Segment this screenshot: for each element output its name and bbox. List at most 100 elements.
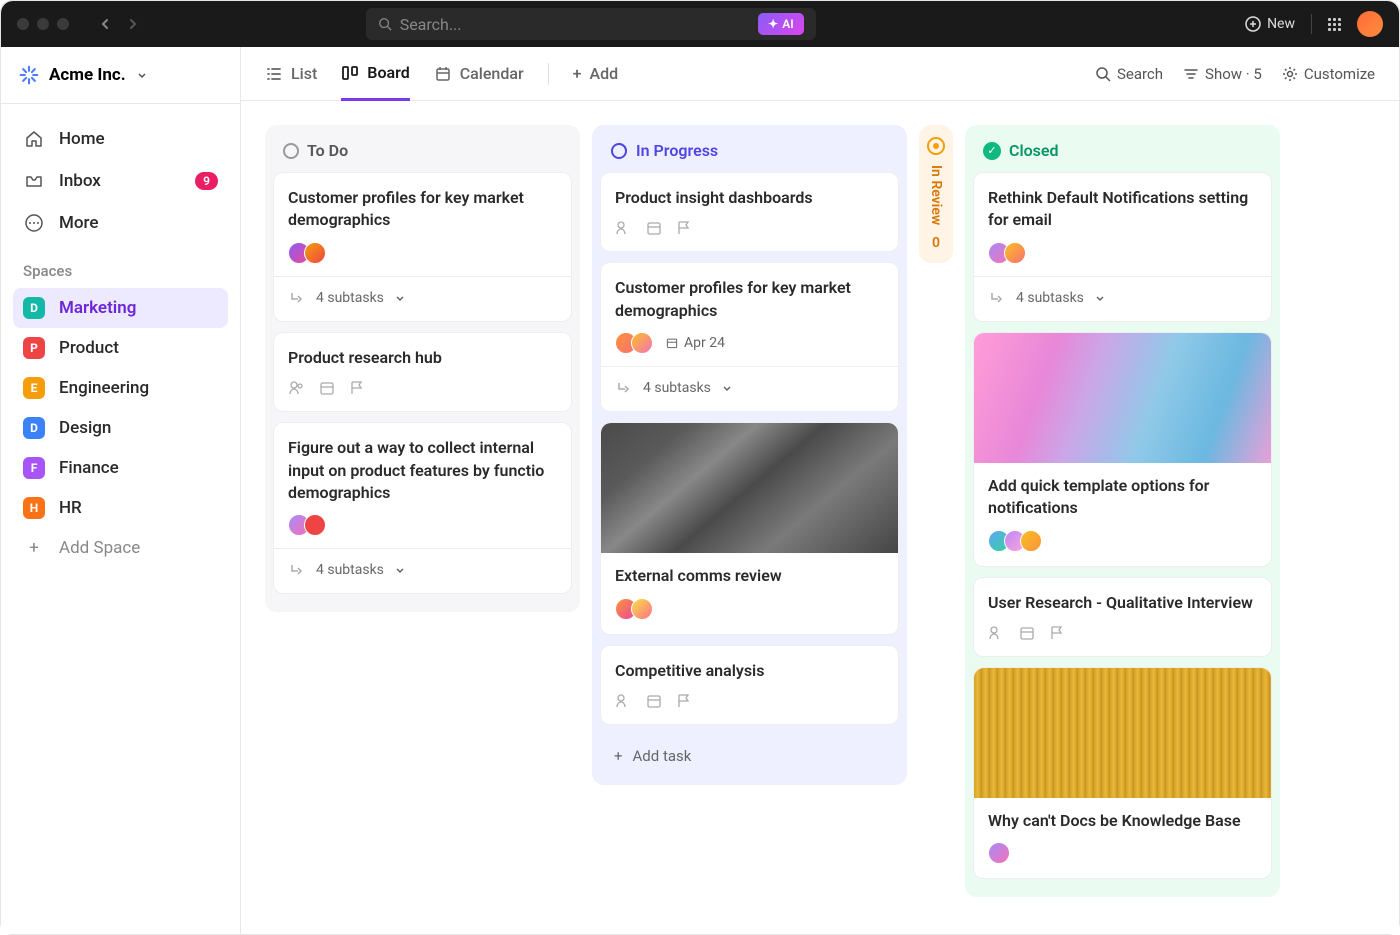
assignees[interactable] xyxy=(288,242,326,264)
card-cover-image xyxy=(601,423,898,553)
nav-more[interactable]: More xyxy=(13,202,228,244)
space-label: HR xyxy=(59,498,82,518)
assignees[interactable] xyxy=(288,514,326,536)
add-view-button[interactable]: + Add xyxy=(573,47,619,101)
space-item-finance[interactable]: F Finance xyxy=(13,448,228,488)
maximize-window-icon[interactable] xyxy=(57,18,69,30)
nav-inbox[interactable]: Inbox 9 xyxy=(13,160,228,202)
ai-button[interactable]: ✦ AI xyxy=(758,13,804,35)
column-closed: ✓ Closed Rethink Default Notifications s… xyxy=(965,125,1280,897)
avatar xyxy=(1004,242,1026,264)
label: Show · 5 xyxy=(1205,65,1262,83)
flag-icon[interactable] xyxy=(1048,624,1066,642)
divider xyxy=(548,63,549,85)
nav-back-button[interactable] xyxy=(93,12,117,36)
subtasks-toggle[interactable]: 4 subtasks xyxy=(974,276,1271,307)
date-icon[interactable] xyxy=(318,379,336,397)
flag-icon[interactable] xyxy=(675,692,693,710)
subtasks-label: 4 subtasks xyxy=(643,380,711,396)
customize-button[interactable]: Customize xyxy=(1282,65,1375,83)
space-item-design[interactable]: D Design xyxy=(13,408,228,448)
label: Search xyxy=(1117,65,1163,83)
subtasks-toggle[interactable]: 4 subtasks xyxy=(274,548,571,579)
chevron-down-icon xyxy=(394,564,406,576)
workspace-name: Acme Inc. xyxy=(49,65,126,85)
date-text: Apr 24 xyxy=(684,335,725,351)
search-button[interactable]: Search xyxy=(1095,65,1163,83)
column-header[interactable]: ✓ Closed xyxy=(973,133,1272,172)
assignees[interactable] xyxy=(988,842,1010,864)
column-in-review-collapsed[interactable]: In Review 0 xyxy=(919,125,953,263)
assignees[interactable] xyxy=(615,598,653,620)
task-card[interactable]: Why can't Docs be Knowledge Base xyxy=(973,667,1272,879)
space-item-hr[interactable]: H HR xyxy=(13,488,228,528)
show-button[interactable]: Show · 5 xyxy=(1183,65,1262,83)
space-item-product[interactable]: P Product xyxy=(13,328,228,368)
assignees[interactable] xyxy=(615,332,653,354)
sparkle-icon: ✦ xyxy=(768,17,778,31)
global-search-input[interactable]: Search... ✦ AI xyxy=(366,8,816,40)
task-card[interactable]: Rethink Default Notifications setting fo… xyxy=(973,172,1272,322)
space-item-engineering[interactable]: E Engineering xyxy=(13,368,228,408)
task-card[interactable]: External comms review xyxy=(600,422,899,634)
assignees[interactable] xyxy=(988,530,1042,552)
board-view: To Do Customer profiles for key market d… xyxy=(241,101,1399,934)
assignee-icon[interactable] xyxy=(988,624,1006,642)
subtasks-toggle[interactable]: 4 subtasks xyxy=(601,366,898,397)
column-header[interactable]: To Do xyxy=(273,133,572,172)
task-card[interactable]: Product research hub xyxy=(273,332,572,412)
user-avatar-button[interactable] xyxy=(1357,11,1383,37)
avatar xyxy=(631,332,653,354)
new-button[interactable]: New xyxy=(1245,16,1295,32)
date-icon[interactable] xyxy=(645,692,663,710)
chevron-right-icon xyxy=(127,18,139,30)
inbox-icon xyxy=(23,170,45,192)
space-label: Engineering xyxy=(59,378,149,398)
task-card[interactable]: Figure out a way to collect internal inp… xyxy=(273,422,572,594)
chevron-down-icon xyxy=(721,382,733,394)
board-icon xyxy=(341,64,359,82)
assignee-icon[interactable] xyxy=(615,219,633,237)
add-task-button[interactable]: + Add task xyxy=(600,735,899,777)
flag-icon[interactable] xyxy=(675,219,693,237)
view-tab-list[interactable]: List xyxy=(265,47,317,101)
task-card[interactable]: User Research - Qualitative Interview xyxy=(973,577,1272,657)
task-card[interactable]: Customer profiles for key market demogra… xyxy=(600,262,899,412)
space-item-marketing[interactable]: D Marketing xyxy=(13,288,228,328)
flag-icon[interactable] xyxy=(348,379,366,397)
date-icon[interactable] xyxy=(645,219,663,237)
card-title: Product research hub xyxy=(288,347,557,369)
apps-grid-button[interactable] xyxy=(1328,18,1341,31)
space-label: Finance xyxy=(59,458,119,478)
subtasks-toggle[interactable]: 4 subtasks xyxy=(274,276,571,307)
status-closed-icon: ✓ xyxy=(983,142,1001,160)
content-area: List Board Calendar + Add Search xyxy=(241,47,1399,934)
task-card[interactable]: Competitive analysis xyxy=(600,645,899,725)
view-tab-calendar[interactable]: Calendar xyxy=(434,47,524,101)
nav-forward-button[interactable] xyxy=(121,12,145,36)
space-icon: F xyxy=(23,457,45,479)
assignee-icon[interactable] xyxy=(288,379,306,397)
view-tab-board[interactable]: Board xyxy=(341,47,409,101)
card-cover-image xyxy=(974,668,1271,798)
date-icon[interactable] xyxy=(1018,624,1036,642)
assignees[interactable] xyxy=(988,242,1026,264)
close-window-icon[interactable] xyxy=(17,18,29,30)
task-card[interactable]: Add quick template options for notificat… xyxy=(973,332,1272,567)
assignee-icon[interactable] xyxy=(615,692,633,710)
card-title: Customer profiles for key market demogra… xyxy=(288,187,557,232)
minimize-window-icon[interactable] xyxy=(37,18,49,30)
nav-home[interactable]: Home xyxy=(13,118,228,160)
task-card[interactable]: Customer profiles for key market demogra… xyxy=(273,172,572,322)
column-header[interactable]: In Progress xyxy=(600,133,899,172)
workspace-switcher[interactable]: Acme Inc. xyxy=(1,47,240,104)
task-card[interactable]: Product insight dashboards xyxy=(600,172,899,252)
card-cover-image xyxy=(974,333,1271,463)
add-space-button[interactable]: + Add Space xyxy=(13,528,228,568)
calendar-icon xyxy=(665,336,679,350)
due-date[interactable]: Apr 24 xyxy=(665,335,725,351)
plus-icon: + xyxy=(614,747,623,765)
calendar-icon xyxy=(434,65,452,83)
search-placeholder: Search... xyxy=(400,15,462,34)
tab-label: List xyxy=(291,64,317,83)
